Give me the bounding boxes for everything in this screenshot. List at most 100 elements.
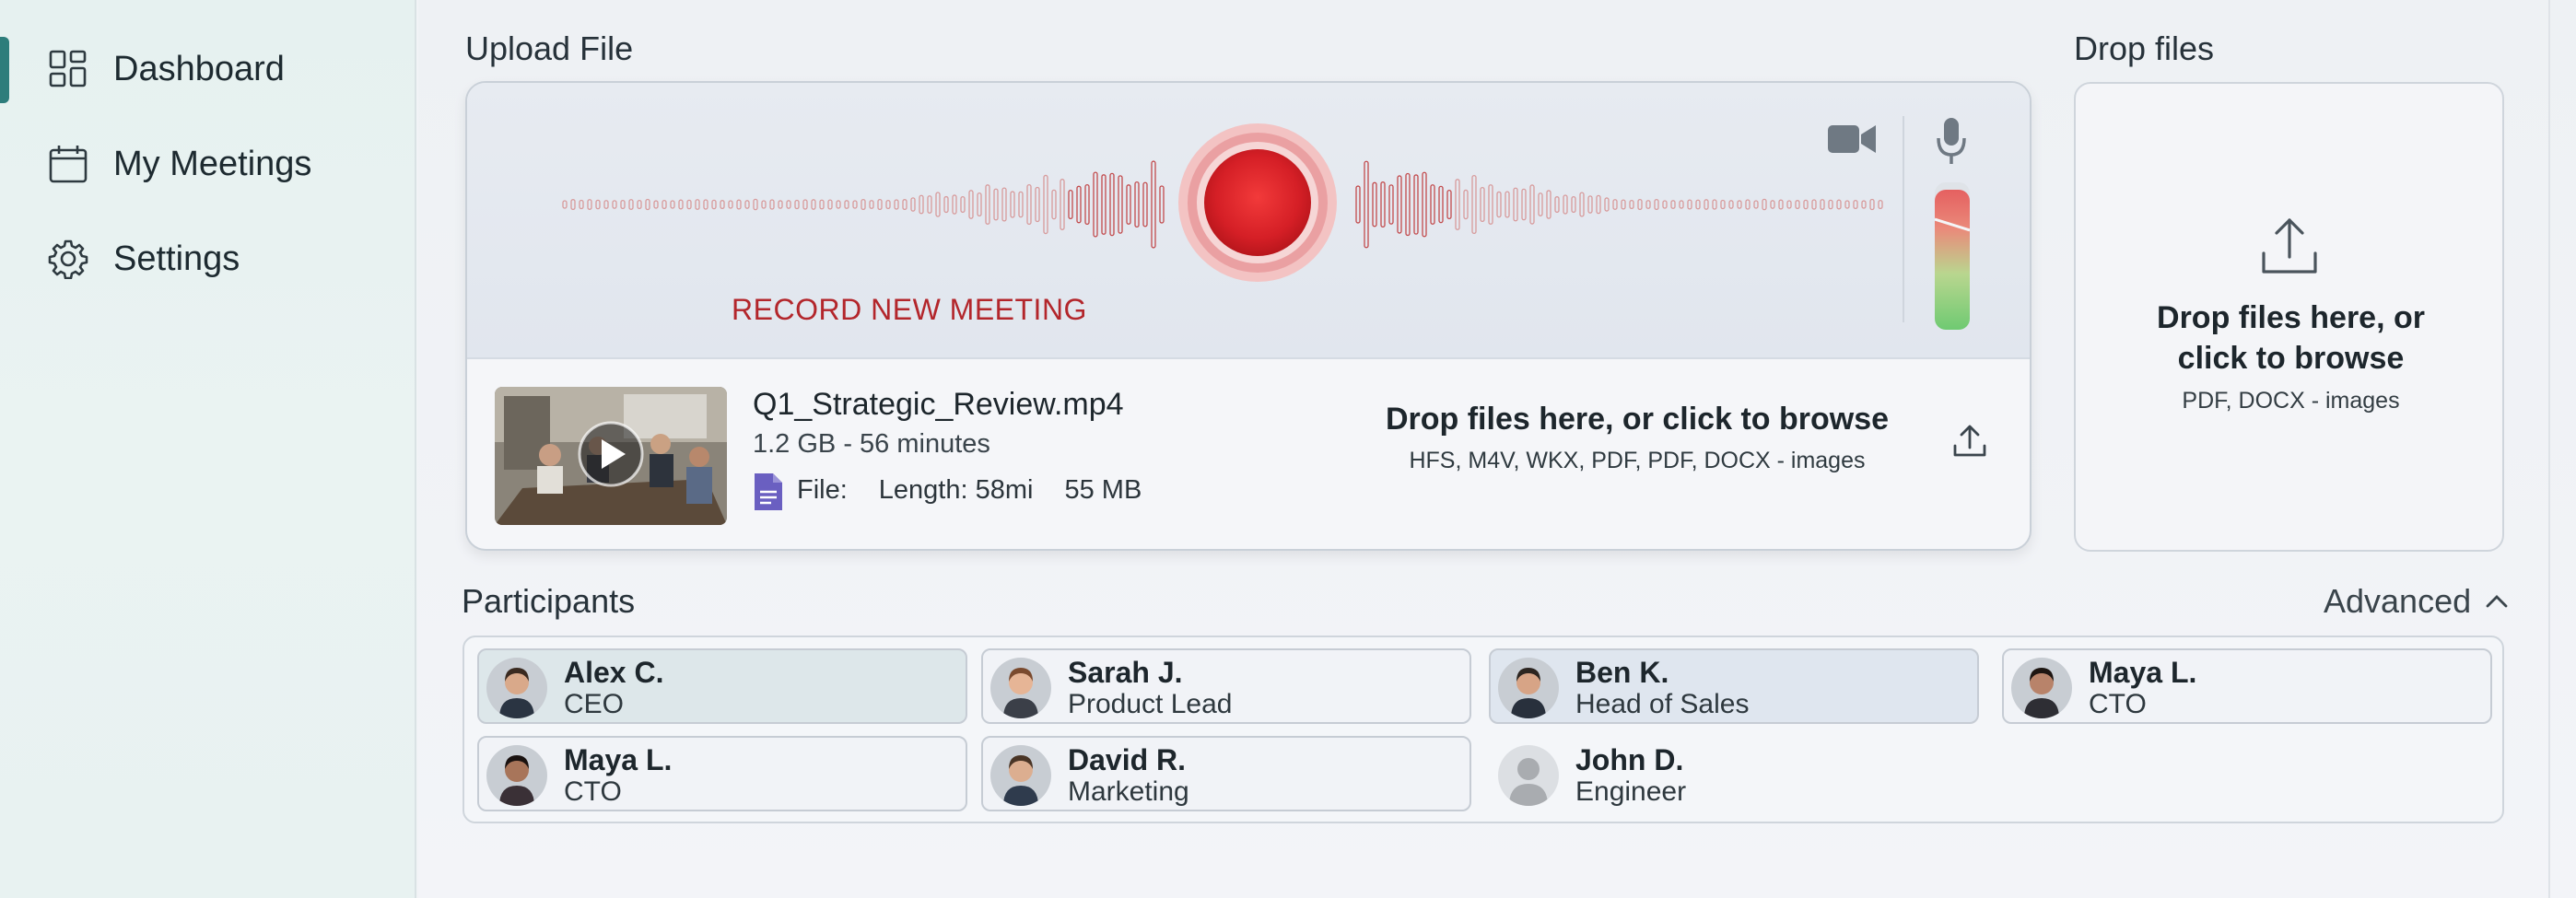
participant-card[interactable]: Maya L. CTO: [477, 736, 967, 811]
file-meta: 1.2 GB - 56 minutes: [753, 429, 990, 459]
waveform-bar: [885, 199, 891, 210]
waveform-bar: [1446, 190, 1452, 219]
waveform-bar: [1142, 181, 1148, 227]
waveform-bar: [1712, 199, 1717, 210]
document-icon: [755, 473, 782, 510]
participant-role: Marketing: [1068, 776, 1189, 807]
waveform-bar: [1604, 197, 1610, 212]
waveform-bar: [1488, 184, 1493, 225]
waveform-bar: [1629, 199, 1634, 210]
participant-card[interactable]: Sarah J. Product Lead: [981, 648, 1471, 724]
waveform-bar: [1546, 190, 1551, 219]
waveform-bar: [562, 200, 568, 209]
participant-name: John D.: [1575, 743, 1684, 776]
participant-role: CTO: [564, 776, 622, 807]
participant-card[interactable]: David R. Marketing: [981, 736, 1471, 811]
waveform-bar: [1728, 200, 1734, 209]
waveform-bar: [579, 199, 584, 210]
participant-card[interactable]: Ben K. Head of Sales: [1489, 648, 1979, 724]
waveform-bar: [736, 199, 742, 210]
participant-name: Maya L.: [564, 743, 673, 776]
waveform-bar: [1438, 185, 1444, 224]
participant-name: David R.: [1068, 743, 1187, 776]
waveform-bar: [1836, 199, 1842, 210]
waveform-bar: [1828, 199, 1833, 210]
calendar-icon: [49, 146, 88, 183]
participant-card[interactable]: John D. Engineer: [1489, 736, 1979, 811]
upload-card: RECORD NEW MEETING Q1_Strategic_Review.m…: [465, 81, 2032, 551]
waveform-bar: [977, 192, 982, 216]
upload-icon[interactable]: [1950, 422, 1989, 461]
avatar: [1498, 658, 1559, 718]
waveform-bar: [894, 199, 899, 210]
waveform-bar: [1043, 174, 1048, 235]
waveform-bar: [1430, 184, 1435, 225]
waveform-bar: [1026, 183, 1032, 226]
file-row: Q1_Strategic_Review.mp4 1.2 GB - 56 minu…: [467, 359, 2030, 549]
waveform-bar: [1126, 184, 1131, 225]
drop-files-zone[interactable]: Drop files here, or click to browse PDF,…: [2074, 82, 2504, 552]
waveform-bar: [653, 200, 659, 209]
mic-level-meter: [1935, 182, 1970, 330]
record-panel: RECORD NEW MEETING: [467, 83, 2030, 359]
waveform-bar: [819, 199, 825, 210]
waveform-bar: [943, 195, 949, 214]
waveform-bar: [769, 199, 775, 210]
record-button[interactable]: [1177, 122, 1339, 284]
drop-zone-inline-title[interactable]: Drop files here, or click to browse: [1352, 402, 1923, 437]
waveform-bar: [570, 199, 576, 210]
waveform-bar: [844, 200, 849, 209]
advanced-toggle[interactable]: Advanced: [2324, 582, 2510, 621]
video-thumbnail[interactable]: [495, 387, 727, 525]
waveform-bar: [1093, 171, 1098, 238]
waveform-bar: [1554, 196, 1560, 213]
waveform-bar: [1455, 179, 1460, 230]
waveform-bar: [811, 199, 816, 210]
waveform-bar: [1654, 198, 1659, 211]
upload-icon: [2262, 218, 2317, 274]
waveform-bar: [1463, 189, 1469, 220]
microphone-icon[interactable]: [1934, 116, 1969, 168]
participant-name: Ben K.: [1575, 656, 1669, 689]
waveform-bar: [952, 194, 957, 215]
drop-zone-title: Drop files here, or click to browse: [2076, 297, 2506, 379]
waveform-bar: [861, 198, 866, 211]
gear-icon: [48, 239, 88, 279]
waveform-bar: [1380, 181, 1386, 227]
advanced-label: Advanced: [2324, 582, 2472, 620]
sidebar-item-my-meetings[interactable]: My Meetings: [0, 122, 416, 205]
waveform-bar: [603, 200, 609, 209]
waveform-bar: [1101, 174, 1107, 235]
record-label: RECORD NEW MEETING: [732, 293, 1087, 326]
waveform-bar: [968, 190, 974, 219]
waveform-bar: [1480, 186, 1485, 223]
waveform-bar: [645, 198, 650, 211]
waveform-bar: [637, 199, 642, 210]
waveform-bar: [960, 195, 966, 214]
waveform-bar: [1679, 200, 1684, 209]
video-camera-icon[interactable]: [1826, 120, 1878, 158]
waveform-bar: [1695, 199, 1701, 210]
waveform-bar: [595, 199, 601, 210]
waveform-bar: [1405, 172, 1411, 237]
waveform-bar: [1637, 198, 1643, 211]
waveform-bar: [1521, 188, 1527, 221]
waveform-bar: [935, 192, 941, 217]
participant-card[interactable]: Maya L. CTO: [2002, 648, 2492, 724]
avatar: [486, 745, 547, 806]
file-name: Q1_Strategic_Review.mp4: [753, 387, 1124, 422]
dashboard-grid-icon: [49, 50, 87, 87]
waveform-bar: [1645, 200, 1651, 209]
sidebar-item-settings[interactable]: Settings: [0, 217, 416, 300]
avatar: [990, 745, 1051, 806]
waveform-bar: [628, 199, 634, 210]
sidebar-item-label: My Meetings: [113, 144, 312, 183]
waveform-bar: [1662, 200, 1668, 209]
divider: [2548, 0, 2550, 898]
participant-card[interactable]: Alex C. CEO: [477, 648, 967, 724]
drop-zone-formats: PDF, DOCX - images: [2182, 388, 2400, 414]
waveform-bar: [1505, 191, 1510, 218]
waveform-bar: [1878, 199, 1883, 210]
waveform-bar: [1513, 187, 1518, 222]
sidebar-item-dashboard[interactable]: Dashboard: [0, 28, 416, 111]
